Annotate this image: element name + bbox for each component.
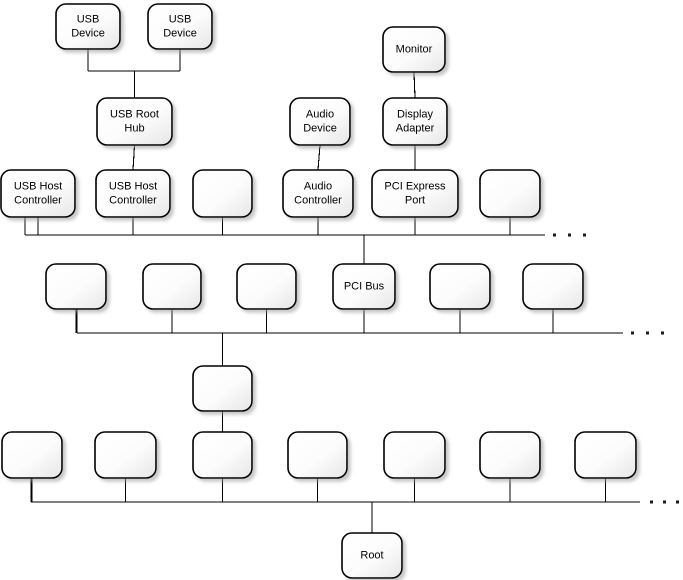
node-shape-root-sib-2[interactable] — [94, 431, 157, 479]
node-root-sib-3[interactable] — [192, 431, 253, 479]
node-shape-audio-device[interactable] — [289, 97, 351, 146]
node-root-sib-1[interactable] — [1, 431, 63, 479]
node-pci-bus-sib-4[interactable] — [429, 263, 491, 310]
node-shape-mid-node[interactable] — [192, 365, 253, 412]
node-pci-bus-sib-3[interactable] — [236, 263, 297, 310]
ellipsis-dot — [553, 233, 556, 237]
node-shape-pci-bus[interactable] — [332, 263, 396, 310]
node-shape-display-adapter[interactable] — [382, 97, 448, 146]
node-monitor[interactable]: Monitor — [382, 26, 446, 73]
node-shape-unnamed-ctrl-2[interactable] — [479, 169, 541, 218]
node-shape-pci-bus-sib-2[interactable] — [142, 263, 202, 310]
node-unnamed-ctrl-1[interactable] — [192, 169, 253, 218]
node-root-sib-7[interactable] — [574, 431, 637, 479]
node-usb-host-ctrl-2[interactable]: USB HostController — [95, 169, 171, 218]
ellipsis-dot — [583, 233, 586, 237]
node-pci-bus-sib-5[interactable] — [522, 263, 584, 310]
nodes-layer: USBDevice USBDevice Monitor USB RootHub Audi… — [0, 3, 637, 579]
node-shape-root-sib-6[interactable] — [479, 431, 541, 479]
ellipsis-dot — [676, 500, 679, 504]
edge-audio-device-to-audio-controller — [317, 144, 321, 171]
node-root-sib-6[interactable] — [479, 431, 541, 479]
edge-monitor-to-display-adapter — [413, 71, 416, 99]
node-audio-device[interactable]: AudioDevice — [289, 97, 351, 146]
ellipsis-dot — [568, 233, 571, 237]
node-shape-monitor[interactable] — [382, 26, 446, 73]
ellipsis-dot — [663, 500, 666, 504]
node-root-sib-5[interactable] — [383, 431, 446, 479]
node-pci-express-port[interactable]: PCI ExpressPort — [371, 169, 459, 218]
edge-usb-root-hub-to-usb-host-ctrl-2 — [132, 144, 136, 171]
node-shape-pci-bus-sib-5[interactable] — [522, 263, 584, 310]
node-unnamed-ctrl-2[interactable] — [479, 169, 541, 218]
ellipsis-dot — [650, 500, 653, 504]
node-shape-usb-device-1[interactable] — [55, 3, 121, 50]
node-pci-bus[interactable]: PCI Bus — [332, 263, 396, 310]
node-root-sib-4[interactable] — [287, 431, 348, 479]
node-shape-pci-bus-sib-3[interactable] — [236, 263, 297, 310]
node-shape-root-sib-7[interactable] — [574, 431, 637, 479]
node-shape-usb-host-ctrl-2[interactable] — [95, 169, 171, 218]
diagram-canvas: USBDevice USBDevice Monitor USB RootHub Audi… — [0, 3, 679, 579]
node-shape-usb-root-hub[interactable] — [96, 97, 173, 146]
node-pci-bus-sib-1[interactable] — [45, 263, 107, 310]
node-root-sib-2[interactable] — [94, 431, 157, 479]
node-usb-device-1[interactable]: USBDevice — [55, 3, 121, 50]
node-shape-pci-bus-sib-1[interactable] — [45, 263, 107, 310]
ellipsis-dot — [631, 331, 634, 335]
node-shape-root[interactable] — [341, 532, 403, 579]
ellipsis-dot — [646, 331, 649, 335]
node-shape-root-sib-3[interactable] — [192, 431, 253, 479]
node-pci-bus-sib-2[interactable] — [142, 263, 202, 310]
node-shape-pci-bus-sib-4[interactable] — [429, 263, 491, 310]
node-shape-root-sib-1[interactable] — [1, 431, 63, 479]
node-shape-usb-host-ctrl-1[interactable] — [0, 169, 76, 218]
node-shape-root-sib-5[interactable] — [383, 431, 446, 479]
node-usb-root-hub[interactable]: USB RootHub — [96, 97, 173, 146]
node-root[interactable]: Root — [341, 532, 403, 579]
node-usb-host-ctrl-1[interactable]: USB HostController — [0, 169, 76, 218]
ellipsis-dot — [661, 331, 664, 335]
node-shape-audio-controller[interactable] — [282, 169, 354, 218]
node-shape-usb-device-2[interactable] — [147, 3, 213, 50]
node-shape-root-sib-4[interactable] — [287, 431, 348, 479]
node-audio-controller[interactable]: AudioController — [282, 169, 354, 218]
node-shape-pci-express-port[interactable] — [371, 169, 459, 218]
device-tree-diagram: USB Device USB Device Monitor USB Root Hub Audi… — [0, 0, 683, 580]
node-display-adapter[interactable]: DisplayAdapter — [382, 97, 448, 146]
node-usb-device-2[interactable]: USBDevice — [147, 3, 213, 50]
node-shape-unnamed-ctrl-1[interactable] — [192, 169, 253, 218]
node-mid-node[interactable] — [192, 365, 253, 412]
